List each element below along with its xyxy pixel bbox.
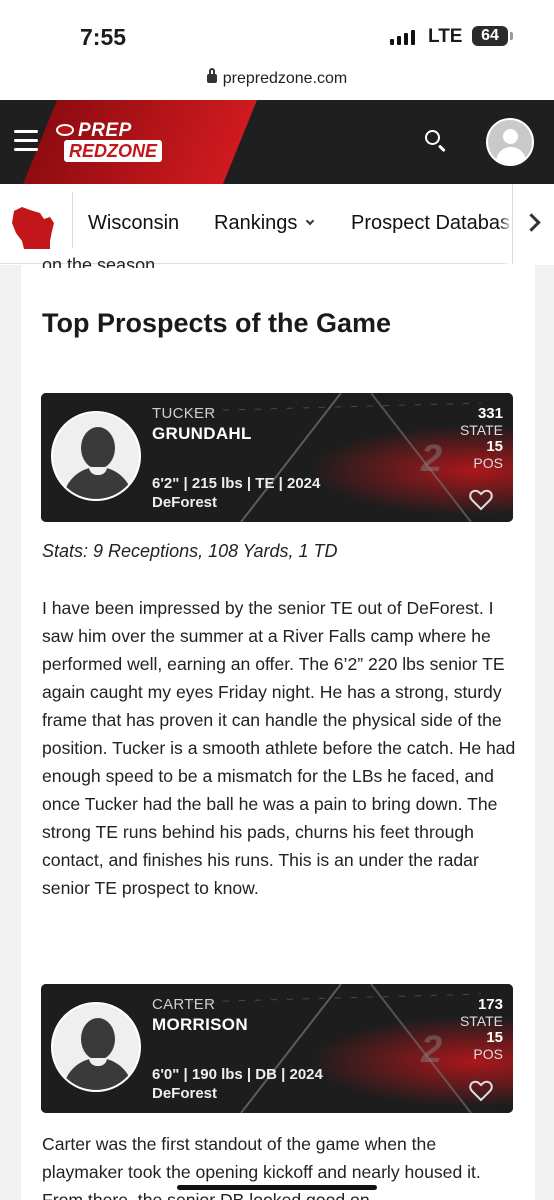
player-stats: Stats: 9 Receptions, 108 Yards, 1 TD [42,541,338,561]
football-icon [56,124,74,136]
player-rankings: 173 STATE 15 POS [445,996,503,1062]
position-rank-label: POS [473,1046,503,1062]
player-first-name: TUCKER [152,405,216,422]
player-rankings: 331 STATE 15 POS [445,405,503,471]
section-title: Top Prospects of the Game [42,308,392,338]
avatar-icon[interactable] [486,118,534,166]
status-bar: 7:55 LTE 64 [0,0,554,62]
wisconsin-state-icon[interactable] [10,205,62,251]
logo-text-redzone: REDZONE [64,140,163,162]
nav-item-rankings[interactable]: Rankings [214,212,315,235]
status-time: 7:55 [80,24,127,50]
player-photo [51,411,141,501]
player-photo [51,1002,141,1092]
network-label: LTE [428,26,463,47]
chevron-right-icon[interactable] [512,184,554,264]
url-domain: prepredzone.com [222,70,348,87]
player-last-name[interactable]: GRUNDAHL [152,424,252,444]
position-rank: 15 [486,1029,503,1046]
search-icon[interactable] [423,128,449,154]
article-paragraph: I have been impressed by the senior TE o… [42,598,516,898]
svg-text:2: 2 [420,438,442,480]
player-measurables: 6'0" | 190 lbs | DB | 2024 [152,1066,323,1083]
state-rank-label: STATE [459,1013,503,1029]
home-indicator[interactable] [177,1185,377,1190]
state-rank: 173 [477,996,503,1013]
lock-icon [206,68,217,83]
heart-icon[interactable] [469,489,493,511]
player-last-name[interactable]: MORRISON [152,1015,248,1035]
logo-text-prep: PREP [78,120,132,141]
prospect-card[interactable]: 2 TUCKER GRUNDAHL 6'2" | 215 lbs | TE | … [41,393,513,522]
battery-icon: 64 [472,26,513,46]
state-rank: 331 [477,405,503,422]
hamburger-icon[interactable] [14,130,38,152]
nav-item-wisconsin[interactable]: Wisconsin [88,212,179,235]
prospect-card[interactable]: 2 CARTER MORRISON 6'0" | 190 lbs | DB | … [41,984,513,1113]
heart-icon[interactable] [469,1080,493,1102]
position-rank-label: POS [473,455,503,471]
nav-item-prospect-database[interactable]: Prospect Databas [351,212,510,235]
site-header: PREP REDZONE [0,100,554,184]
clipped-text: on the season. [42,255,161,268]
svg-text:2: 2 [420,1029,442,1071]
signal-icon [390,30,415,45]
site-logo[interactable]: PREP REDZONE [56,120,180,164]
player-school: DeForest [152,1085,218,1102]
state-rank-label: STATE [459,422,503,438]
player-measurables: 6'2" | 215 lbs | TE | 2024 [152,475,321,492]
chevron-down-icon [306,216,315,226]
player-school: DeForest [152,494,218,511]
nav-item-rankings-label: Rankings [214,212,298,234]
player-first-name: CARTER [152,996,216,1013]
position-rank: 15 [486,438,503,455]
url-bar[interactable]: prepredzone.com [0,62,554,100]
